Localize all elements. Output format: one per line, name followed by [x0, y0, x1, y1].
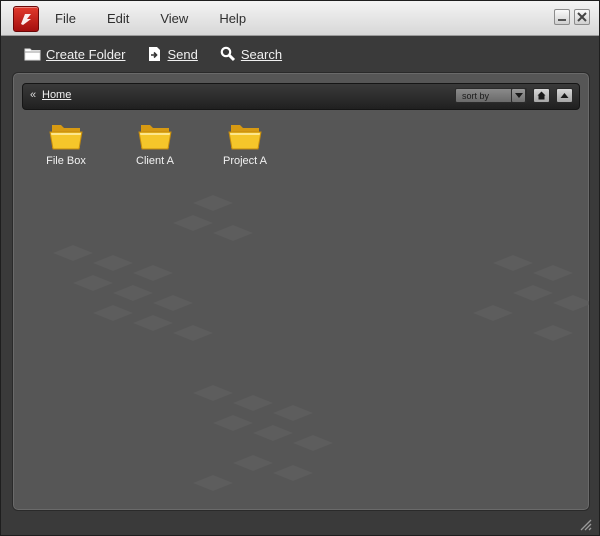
folder-label: File Box: [46, 155, 86, 167]
up-arrow-icon: [560, 93, 569, 98]
folder-item-file-box[interactable]: File Box: [26, 121, 106, 167]
search-button[interactable]: Search: [220, 46, 282, 62]
send-button[interactable]: Send: [147, 46, 198, 62]
menu-bar: File Edit View Help: [55, 1, 277, 35]
resize-grip-icon[interactable]: [578, 517, 592, 531]
menu-help[interactable]: Help: [219, 11, 246, 26]
search-label: Search: [240, 46, 283, 62]
create-folder-button[interactable]: Create Folder: [24, 47, 125, 62]
menu-file[interactable]: File: [55, 11, 76, 26]
status-bar: [1, 513, 599, 535]
create-folder-label: Create Folder: [46, 46, 126, 62]
app-window: File Edit View Help Create Folder Send S…: [0, 0, 600, 536]
folder-outline-icon: [24, 47, 41, 61]
close-icon: [577, 12, 587, 22]
folder-icon: [49, 125, 83, 150]
breadcrumb-home-link[interactable]: Home: [42, 89, 71, 101]
up-folder-button[interactable]: [556, 88, 573, 103]
folder-label: Project A: [222, 155, 268, 167]
menu-view[interactable]: View: [160, 11, 188, 26]
folder-icon: [138, 125, 172, 150]
close-button[interactable]: [574, 9, 590, 25]
home-button[interactable]: [533, 88, 550, 103]
minimize-button[interactable]: [554, 9, 570, 25]
back-chevron[interactable]: «: [30, 89, 36, 101]
file-browser-panel: « Home sort by File Box Client A Project…: [12, 72, 590, 511]
send-document-icon: [147, 46, 162, 62]
folder-item-client-a[interactable]: Client A: [115, 121, 195, 167]
send-label: Send: [167, 46, 198, 62]
folder-item-project-a[interactable]: Project A: [205, 121, 285, 167]
magnifier-icon: [220, 46, 236, 62]
toolbar: Create Folder Send Search: [1, 36, 599, 72]
app-logo-icon[interactable]: [13, 6, 39, 32]
title-menu-bar: File Edit View Help: [1, 1, 599, 36]
home-icon: [537, 91, 546, 100]
path-navigation-bar: « Home sort by: [22, 83, 580, 110]
sort-by-label: sort by: [462, 91, 490, 101]
menu-edit[interactable]: Edit: [107, 11, 129, 26]
folder-icon: [228, 125, 262, 150]
chevron-down-icon[interactable]: [511, 88, 526, 103]
folder-label: Client A: [136, 155, 174, 167]
